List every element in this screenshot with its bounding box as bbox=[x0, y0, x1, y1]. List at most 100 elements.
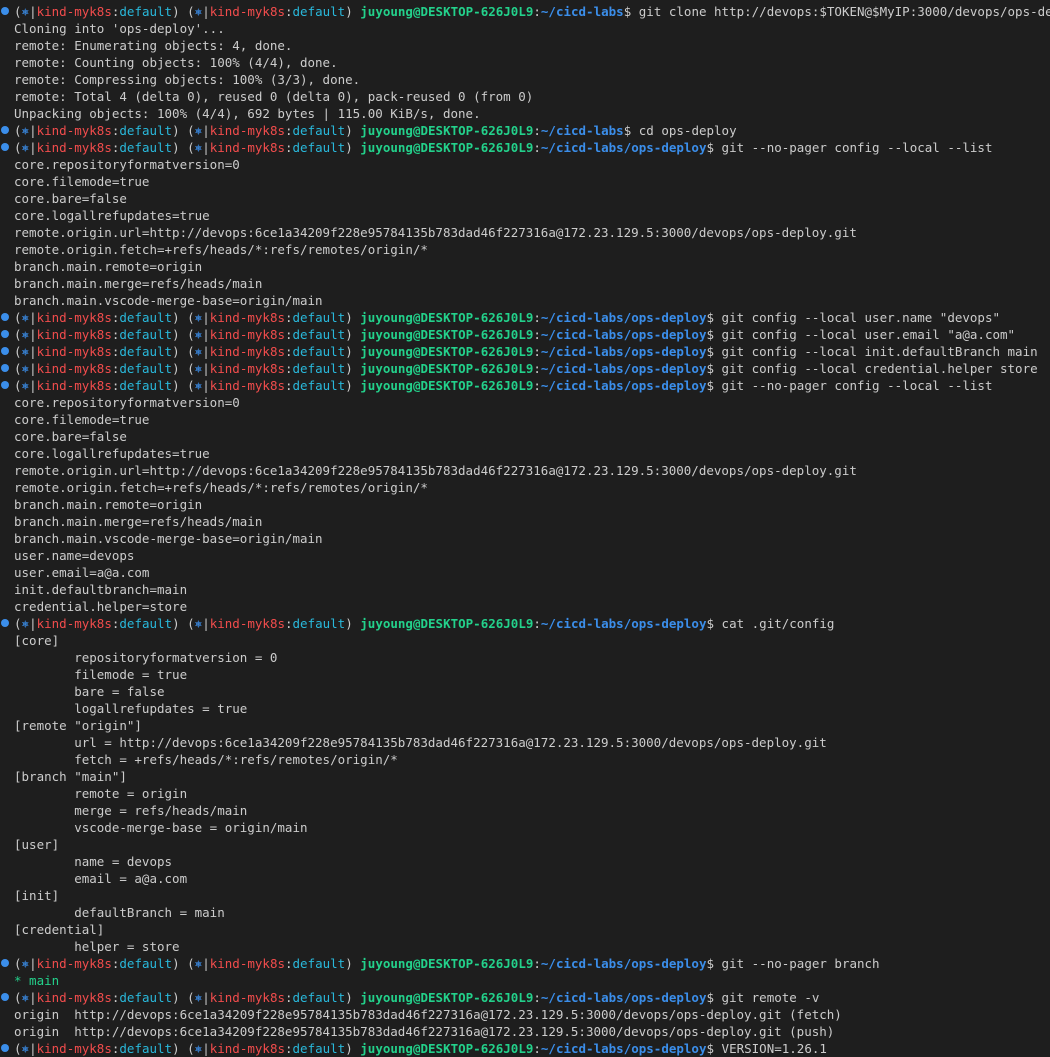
output-text: core.repositoryformatversion=0 bbox=[14, 395, 240, 410]
kube-cluster-name: kind-myk8s bbox=[36, 378, 112, 393]
prompt-user-host: juyoung@DESKTOP-626J0L9 bbox=[360, 378, 534, 393]
output-text: core.repositoryformatversion=0 bbox=[14, 157, 240, 172]
output-line: repositoryformatversion = 0 bbox=[0, 649, 1050, 666]
prompt-line: (⎈|kind-myk8s:default) (⎈|kind-myk8s:def… bbox=[0, 1040, 1050, 1057]
output-line: remote.origin.url=http://devops:6ce1a342… bbox=[0, 224, 1050, 241]
output-line: branch.main.remote=origin bbox=[0, 496, 1050, 513]
kubernetes-helm-icon: ⎈ bbox=[194, 378, 203, 393]
output-text: core.bare=false bbox=[14, 429, 127, 444]
command-status-dot-icon[interactable] bbox=[1, 7, 9, 15]
kube-cluster-name: kind-myk8s bbox=[209, 327, 285, 342]
prompt-user-host: juyoung@DESKTOP-626J0L9 bbox=[360, 361, 534, 376]
kube-namespace: default bbox=[292, 956, 346, 971]
kube-cluster-name: kind-myk8s bbox=[36, 4, 112, 19]
kube-namespace: default bbox=[292, 4, 346, 19]
output-text: repositoryformatversion = 0 bbox=[14, 650, 278, 665]
kube-cluster-name: kind-myk8s bbox=[209, 361, 285, 376]
terminal-output[interactable]: (⎈|kind-myk8s:default) (⎈|kind-myk8s:def… bbox=[0, 0, 1050, 1057]
output-text: remote: Total 4 (delta 0), reused 0 (del… bbox=[14, 89, 534, 104]
output-text: core.bare=false bbox=[14, 191, 127, 206]
kubernetes-helm-icon: ⎈ bbox=[194, 361, 203, 376]
command-status-dot-icon[interactable] bbox=[1, 1044, 9, 1052]
command-text: git clone http://devops:$TOKEN@$MyIP:300… bbox=[638, 4, 1050, 19]
kubernetes-helm-icon: ⎈ bbox=[194, 616, 203, 631]
command-status-dot-icon[interactable] bbox=[1, 347, 9, 355]
output-line: [user] bbox=[0, 836, 1050, 853]
kube-namespace: default bbox=[119, 344, 173, 359]
output-text: logallrefupdates = true bbox=[14, 701, 248, 716]
kube-namespace: default bbox=[119, 327, 173, 342]
kube-cluster-name: kind-myk8s bbox=[36, 361, 112, 376]
kube-cluster-name: kind-myk8s bbox=[36, 344, 112, 359]
output-line: defaultBranch = main bbox=[0, 904, 1050, 921]
command-text: git config --local init.defaultBranch ma… bbox=[721, 344, 1038, 359]
output-text: * main bbox=[14, 973, 60, 988]
kubernetes-helm-icon: ⎈ bbox=[194, 327, 203, 342]
output-line: branch.main.vscode-merge-base=origin/mai… bbox=[0, 292, 1050, 309]
command-text: cd ops-deploy bbox=[638, 123, 737, 138]
output-text: core.filemode=true bbox=[14, 174, 150, 189]
kubernetes-helm-icon: ⎈ bbox=[21, 4, 30, 19]
prompt-user-host: juyoung@DESKTOP-626J0L9 bbox=[360, 4, 534, 19]
prompt-line: (⎈|kind-myk8s:default) (⎈|kind-myk8s:def… bbox=[0, 309, 1050, 326]
kube-cluster-name: kind-myk8s bbox=[209, 1041, 285, 1056]
command-status-dot-icon[interactable] bbox=[1, 126, 9, 134]
output-line: credential.helper=store bbox=[0, 598, 1050, 615]
output-text: [init] bbox=[14, 888, 60, 903]
output-text: email = a@a.com bbox=[14, 871, 188, 886]
output-text: helper = store bbox=[14, 939, 180, 954]
prompt-line: (⎈|kind-myk8s:default) (⎈|kind-myk8s:def… bbox=[0, 360, 1050, 377]
kube-namespace: default bbox=[292, 1041, 346, 1056]
kubernetes-helm-icon: ⎈ bbox=[21, 327, 30, 342]
kube-cluster-name: kind-myk8s bbox=[209, 140, 285, 155]
kubernetes-helm-icon: ⎈ bbox=[194, 4, 203, 19]
kube-namespace: default bbox=[119, 378, 173, 393]
output-line: name = devops bbox=[0, 853, 1050, 870]
command-status-dot-icon[interactable] bbox=[1, 993, 9, 1001]
output-line: filemode = true bbox=[0, 666, 1050, 683]
output-text: remote.origin.fetch=+refs/heads/*:refs/r… bbox=[14, 480, 428, 495]
prompt-user-host: juyoung@DESKTOP-626J0L9 bbox=[360, 1041, 534, 1056]
output-line: remote.origin.fetch=+refs/heads/*:refs/r… bbox=[0, 241, 1050, 258]
command-status-dot-icon[interactable] bbox=[1, 959, 9, 967]
kube-cluster-name: kind-myk8s bbox=[36, 1041, 112, 1056]
output-text: remote: Counting objects: 100% (4/4), do… bbox=[14, 55, 338, 70]
prompt-working-directory: ~/cicd-labs/ops-deploy bbox=[540, 616, 707, 631]
kubernetes-helm-icon: ⎈ bbox=[194, 140, 203, 155]
output-text: remote.origin.url=http://devops:6ce1a342… bbox=[14, 463, 857, 478]
command-status-dot-icon[interactable] bbox=[1, 313, 9, 321]
output-text: core.logallrefupdates=true bbox=[14, 208, 210, 223]
kube-cluster-name: kind-myk8s bbox=[36, 956, 112, 971]
prompt-working-directory: ~/cicd-labs bbox=[540, 123, 624, 138]
command-status-dot-icon[interactable] bbox=[1, 143, 9, 151]
kube-cluster-name: kind-myk8s bbox=[209, 344, 285, 359]
output-line: core.filemode=true bbox=[0, 173, 1050, 190]
command-text: git remote -v bbox=[721, 990, 820, 1005]
output-line: helper = store bbox=[0, 938, 1050, 955]
command-status-dot-icon[interactable] bbox=[1, 364, 9, 372]
prompt-user-host: juyoung@DESKTOP-626J0L9 bbox=[360, 344, 534, 359]
kubernetes-helm-icon: ⎈ bbox=[21, 990, 30, 1005]
kube-namespace: default bbox=[292, 123, 346, 138]
output-line: url = http://devops:6ce1a34209f228e95784… bbox=[0, 734, 1050, 751]
command-status-dot-icon[interactable] bbox=[1, 381, 9, 389]
kubernetes-helm-icon: ⎈ bbox=[21, 140, 30, 155]
kube-cluster-name: kind-myk8s bbox=[36, 310, 112, 325]
command-text: git config --local credential.helper sto… bbox=[721, 361, 1038, 376]
output-line: user.email=a@a.com bbox=[0, 564, 1050, 581]
output-text: user.email=a@a.com bbox=[14, 565, 150, 580]
prompt-line: (⎈|kind-myk8s:default) (⎈|kind-myk8s:def… bbox=[0, 615, 1050, 632]
output-line: remote.origin.fetch=+refs/heads/*:refs/r… bbox=[0, 479, 1050, 496]
prompt-line: (⎈|kind-myk8s:default) (⎈|kind-myk8s:def… bbox=[0, 955, 1050, 972]
command-status-dot-icon[interactable] bbox=[1, 619, 9, 627]
prompt-working-directory: ~/cicd-labs/ops-deploy bbox=[540, 1041, 707, 1056]
output-text: branch.main.merge=refs/heads/main bbox=[14, 514, 263, 529]
command-status-dot-icon[interactable] bbox=[1, 330, 9, 338]
output-text: remote: Enumerating objects: 4, done. bbox=[14, 38, 293, 53]
output-text: credential.helper=store bbox=[14, 599, 188, 614]
output-line: branch.main.merge=refs/heads/main bbox=[0, 275, 1050, 292]
output-line: core.repositoryformatversion=0 bbox=[0, 156, 1050, 173]
output-text: [remote "origin"] bbox=[14, 718, 142, 733]
output-line: [core] bbox=[0, 632, 1050, 649]
prompt-working-directory: ~/cicd-labs/ops-deploy bbox=[540, 310, 707, 325]
